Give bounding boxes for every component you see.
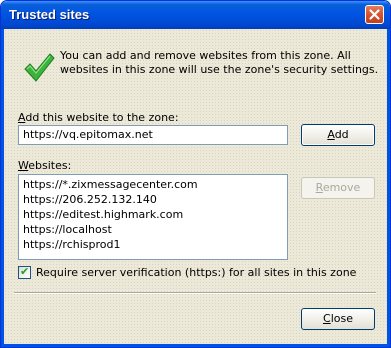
dialog-body: You can add and remove websites from thi… bbox=[4, 29, 387, 344]
add-button[interactable]: Add bbox=[301, 124, 375, 146]
list-item[interactable]: https://rchisprod1 bbox=[23, 237, 283, 252]
window-frame-right bbox=[387, 29, 390, 347]
websites-label: Websites: bbox=[18, 159, 72, 172]
add-website-label-text: dd this website to the zone: bbox=[25, 111, 179, 124]
website-url-input[interactable]: https://vq.epitomax.net bbox=[18, 125, 288, 145]
websites-label-text: ebsites: bbox=[28, 159, 72, 172]
require-verification-label[interactable]: Require server verification (https:) for… bbox=[36, 266, 356, 279]
list-item[interactable]: https://*.zixmessagecenter.com bbox=[23, 177, 283, 192]
close-icon bbox=[369, 9, 380, 20]
close-window-button[interactable] bbox=[365, 5, 384, 24]
close-button[interactable]: Close bbox=[301, 308, 375, 330]
require-verification-checkbox[interactable]: ✔ bbox=[18, 265, 31, 279]
add-button-label: Add bbox=[327, 128, 349, 141]
remove-button-label: Remove bbox=[315, 181, 361, 194]
remove-button[interactable]: Remove bbox=[301, 177, 375, 199]
trusted-sites-dialog: Trusted sites You can add and remove web… bbox=[0, 0, 391, 348]
close-button-label: Close bbox=[323, 312, 353, 325]
info-message: You can add and remove websites from thi… bbox=[60, 49, 379, 76]
checkbox-check-icon: ✔ bbox=[20, 265, 30, 278]
add-website-label: Add this website to the zone: bbox=[18, 111, 179, 124]
checkmark-icon bbox=[24, 53, 55, 82]
list-item[interactable]: https://editest.highmark.com bbox=[23, 207, 283, 222]
window-frame-bottom bbox=[1, 344, 390, 347]
title-bar[interactable]: Trusted sites bbox=[1, 1, 390, 29]
list-item[interactable]: https://206.252.132.140 bbox=[23, 192, 283, 207]
window-title: Trusted sites bbox=[9, 7, 90, 22]
list-item[interactable]: https://localhost bbox=[23, 222, 283, 237]
websites-list[interactable]: https://*.zixmessagecenter.com https://2… bbox=[18, 174, 288, 260]
divider bbox=[14, 292, 376, 294]
